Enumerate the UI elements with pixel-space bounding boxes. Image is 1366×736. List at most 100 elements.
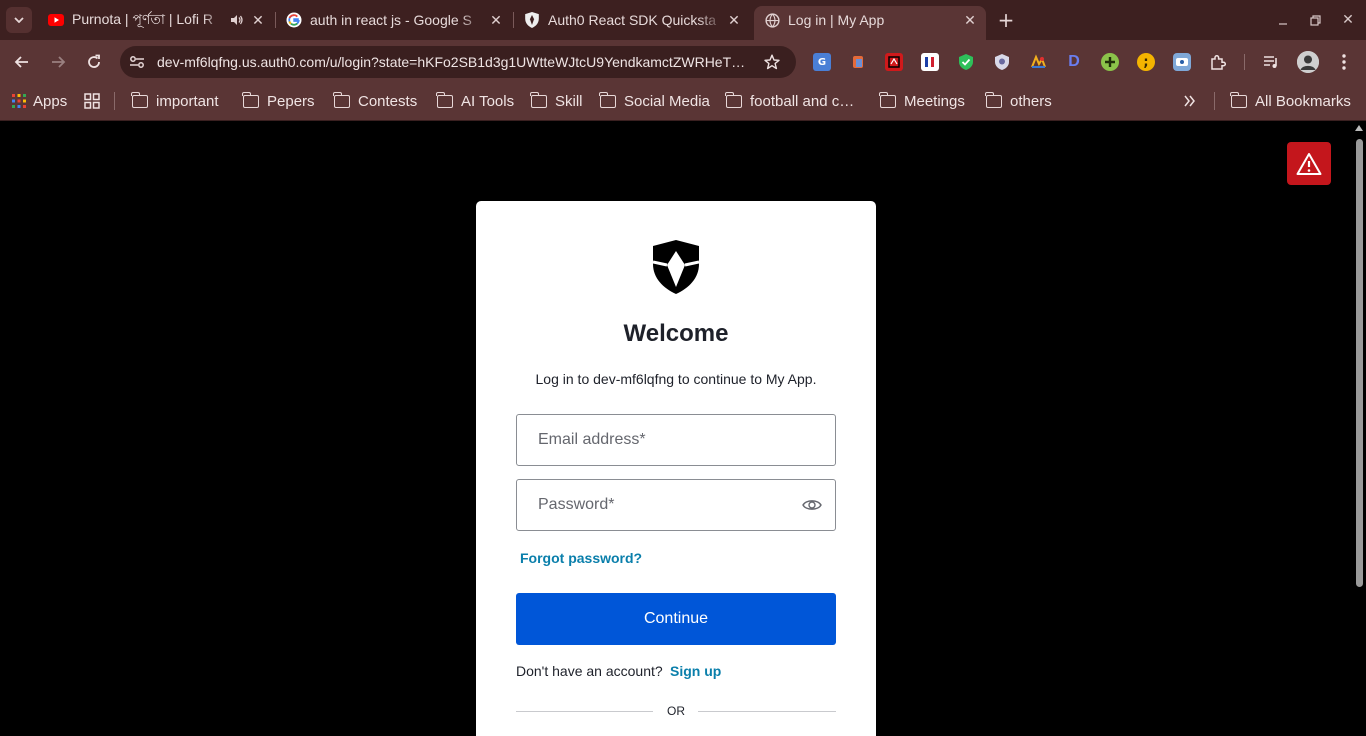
bookmark-folder-others[interactable]: others [985,90,1052,112]
tab-google[interactable]: auth in react js - Google S ✕ [276,6,512,34]
bookmark-label: All Bookmarks [1255,92,1351,110]
bookmark-apps[interactable]: Apps [12,90,67,112]
bookmark-folder-meetings[interactable]: Meetings [879,90,965,112]
folder-icon [131,91,148,108]
bookmark-folder-contests[interactable]: Contests [333,90,418,112]
reload-icon[interactable] [82,50,106,74]
tab-title: Log in | My App [788,12,885,28]
bookmark-label: Meetings [904,92,965,110]
google-translate-icon[interactable]: G [813,53,831,71]
pdf-extension-icon[interactable] [885,53,903,71]
bookmark-label: important [156,92,219,110]
browser-chrome: Purnota | পূর্ণতা | Lofi R ✕ auth in rea… [0,0,1366,121]
bookmarks-separator [114,92,115,110]
close-icon[interactable]: ✕ [960,10,980,30]
bookmark-folder-skill[interactable]: Skill [530,90,583,112]
folder-icon [333,91,350,108]
plus-extension-icon[interactable] [1101,53,1119,71]
login-subtitle: Log in to dev-mf6lqfng to continue to My… [535,371,817,387]
bookmark-label: Apps [33,92,68,110]
tab-search-button[interactable] [6,7,32,33]
new-tab-button[interactable]: + [994,8,1018,32]
all-bookmarks[interactable]: All Bookmarks [1230,90,1351,112]
scroll-up-arrow-icon[interactable] [1355,125,1363,131]
d-extension-icon[interactable]: D [1065,53,1083,71]
privacy-extension-icon[interactable] [993,53,1011,71]
chevron-down-icon [14,17,24,23]
folder-icon [725,91,742,108]
warning-triangle-icon [1296,152,1322,175]
alert-button[interactable] [1287,142,1331,185]
minimize-icon[interactable] [1273,10,1293,30]
url-text[interactable]: dev-mf6lqfng.us.auth0.com/u/login?state=… [157,54,749,70]
puzzle-extensions-icon[interactable] [1209,53,1227,71]
globe-icon [764,12,780,28]
tab-login-active[interactable]: Log in | My App ✕ [754,6,986,40]
bookmark-label: others [1010,92,1052,110]
restore-icon[interactable] [1305,10,1325,30]
bookmark-label: Social Media [624,92,710,110]
tab-title: auth in react js - Google S [310,12,472,28]
login-card: Welcome Log in to dev-mf6lqfng to contin… [476,201,876,736]
media-controls-icon[interactable] [1262,53,1280,71]
bookmarks-separator [1214,92,1215,110]
back-icon[interactable] [10,50,34,74]
password-input[interactable] [517,480,835,530]
auth0-logo-icon [653,240,699,294]
bookmark-star-icon[interactable] [762,52,782,72]
scrollbar[interactable] [1352,121,1366,736]
screen-capture-extension-icon[interactable] [1173,53,1191,71]
show-password-eye-icon[interactable] [802,497,822,513]
forgot-password-link[interactable]: Forgot password? [520,550,642,566]
window-close-icon[interactable]: ✕ [1338,10,1358,30]
shield-extension-icon[interactable] [957,53,975,71]
forward-icon[interactable] [46,50,70,74]
bookmark-folder-ai-tools[interactable]: AI Tools [436,90,514,112]
tab-title: Auth0 React SDK Quicksta [548,12,717,28]
page-viewport: Welcome Log in to dev-mf6lqfng to contin… [0,121,1366,736]
close-icon[interactable]: ✕ [724,10,744,30]
folder-icon [879,91,896,108]
avatar[interactable] [1297,51,1319,73]
bookmark-folder-important[interactable]: important [131,90,219,112]
email-input[interactable] [517,415,835,465]
semicolon-extension-icon[interactable]: ; [1137,53,1155,71]
divider [698,711,836,712]
continue-button[interactable]: Continue [516,593,836,645]
tab-strip: Purnota | পূর্ণতা | Lofi R ✕ auth in rea… [0,0,1366,40]
folder-icon [530,91,547,108]
address-bar[interactable]: dev-mf6lqfng.us.auth0.com/u/login?state=… [120,46,796,78]
youtube-icon [48,12,64,28]
folder-icon [599,91,616,108]
bookmark-tab-groups[interactable] [84,90,100,112]
bookmark-folder-football[interactable]: football and c… [725,90,855,112]
google-icon [286,12,302,28]
close-icon[interactable]: ✕ [248,10,268,30]
close-icon[interactable]: ✕ [486,10,506,30]
site-settings-icon[interactable] [128,53,146,71]
folder-icon [242,91,259,108]
no-account-text: Don't have an account? [516,663,663,679]
bookmarks-overflow-icon[interactable] [1184,90,1196,112]
page-title: Welcome [623,320,729,347]
speaker-icon[interactable] [230,14,248,26]
extension-icon[interactable] [849,53,867,71]
menu-kebab-icon[interactable] [1335,53,1353,71]
toolbar-separator [1244,54,1245,70]
toolbar: dev-mf6lqfng.us.auth0.com/u/login?state=… [0,40,1366,84]
folder-icon [985,91,1002,108]
colorful-extension-icon[interactable] [1029,53,1047,71]
bookmark-folder-social-media[interactable]: Social Media [599,90,710,112]
folder-icon [436,91,453,108]
bookmark-folder-pepers[interactable]: Pepers [242,90,315,112]
scrollbar-thumb[interactable] [1356,139,1363,587]
bookmark-label: Contests [358,92,418,110]
bookmark-label: football and c… [750,92,855,110]
flag-extension-icon[interactable] [921,53,939,71]
tab-youtube[interactable]: Purnota | পূর্ণতা | Lofi R ✕ [38,6,274,34]
apps-grid-icon [12,94,26,108]
email-field[interactable] [516,414,836,466]
tab-auth0-docs[interactable]: Auth0 React SDK Quicksta ✕ [514,6,750,34]
signup-link[interactable]: Sign up [670,663,721,679]
password-field[interactable] [516,479,836,531]
